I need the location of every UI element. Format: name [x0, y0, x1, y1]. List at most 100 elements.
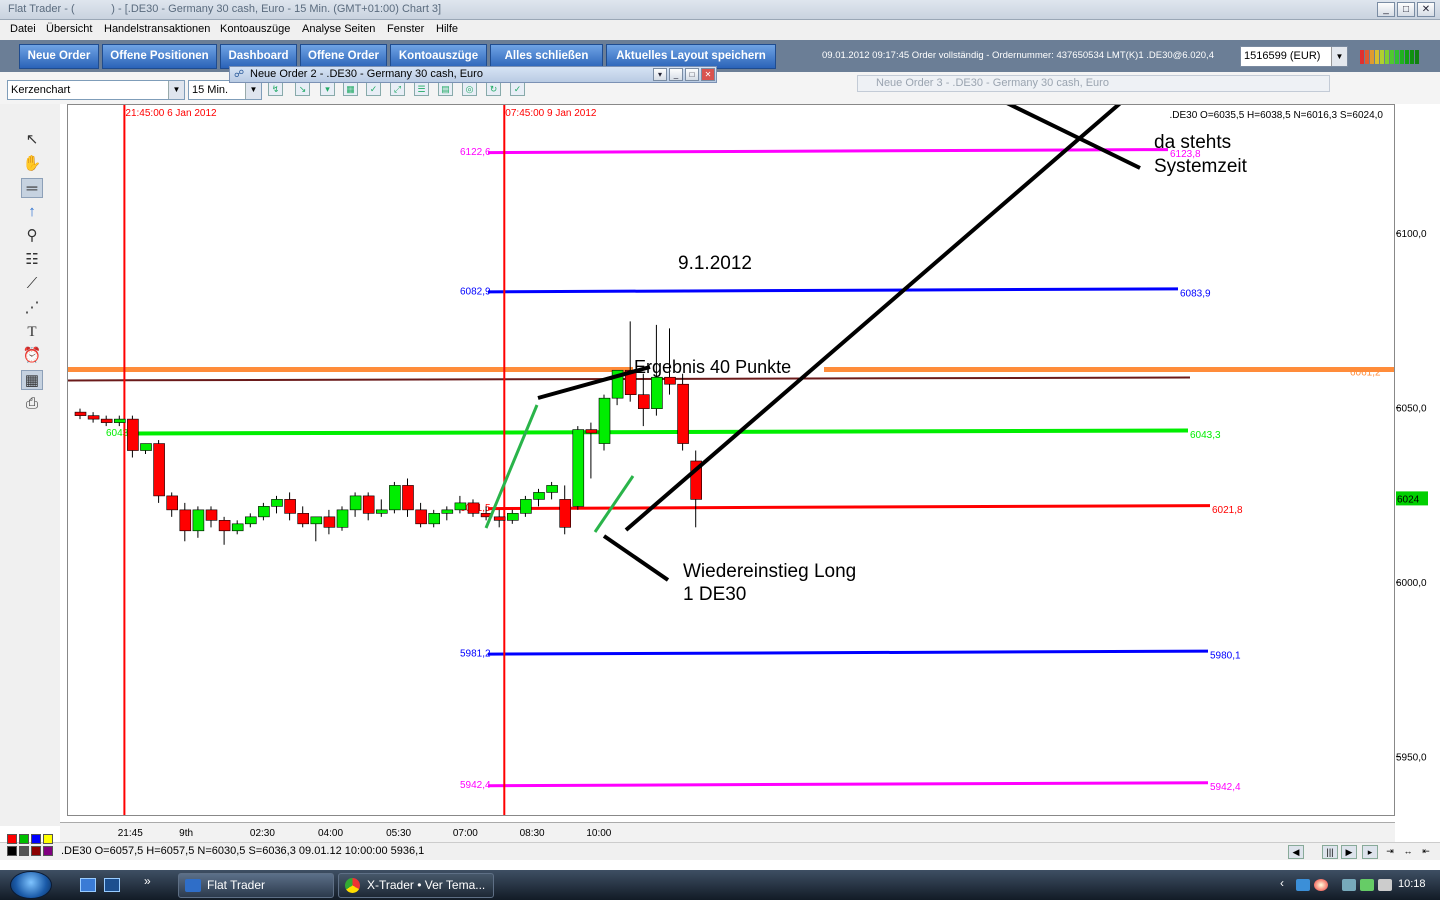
menu-kontoauszuege[interactable]: Kontoauszüge [220, 23, 290, 35]
color-swatch-green[interactable] [19, 834, 29, 844]
candle-body [375, 509, 388, 514]
order-window-close-button[interactable]: ✕ [701, 68, 715, 81]
taskbar-item-browser[interactable]: X-Trader • Ver Tema... [338, 873, 494, 898]
chart-tool-icon[interactable]: ✓ [366, 82, 381, 96]
pointer-icon[interactable]: ↖ [21, 130, 43, 150]
alarm-clock-icon[interactable]: ⏰ [21, 346, 43, 366]
color-swatch-black[interactable] [7, 846, 17, 856]
chevron-down-icon[interactable]: ▼ [168, 81, 184, 99]
overflow-chevron-icon[interactable]: » [144, 874, 151, 888]
level-label-right: 6083,9 [1180, 288, 1211, 299]
fan-icon[interactable]: ⋰ [21, 298, 43, 318]
level-label-right: 6061,2 [1350, 368, 1381, 379]
order-window-popup[interactable]: ☍ Neue Order 2 - .DE30 - Germany 30 cash… [229, 66, 717, 83]
annotation-systime-line2: Systemzeit [1154, 156, 1248, 177]
chart-tool-icon[interactable]: ◎ [462, 82, 477, 96]
background-order-window[interactable]: Neue Order 3 - .DE30 - Germany 30 cash, … [857, 75, 1330, 92]
order-window-restore-button[interactable]: □ [685, 68, 699, 81]
candle-body [153, 443, 165, 497]
end-icon[interactable]: ⇤ [1418, 845, 1434, 859]
start-button-icon[interactable] [10, 871, 52, 899]
menu-fenster[interactable]: Fenster [387, 23, 424, 35]
level-label-left: 5981,2 [460, 649, 491, 660]
zoom-fit-icon[interactable]: ⇥ [1382, 845, 1398, 859]
chart-tool-icon[interactable]: ↻ [486, 82, 501, 96]
tray-network-icon[interactable] [1296, 879, 1310, 891]
order-window-icon: ☍ [234, 69, 245, 80]
tray-monitor-icon[interactable] [1360, 879, 1374, 891]
chevron-down-icon[interactable]: ▼ [245, 81, 261, 99]
trend-line-icon[interactable]: ⟋ [21, 274, 43, 294]
chart-tool-icon[interactable]: ↘ [295, 82, 310, 96]
chevron-down-icon[interactable]: ▼ [1331, 47, 1347, 66]
chrome-icon [345, 878, 360, 893]
candle-body [74, 411, 87, 416]
background-order-window-title: Neue Order 3 - .DE30 - Germany 30 cash, … [876, 77, 1109, 89]
color-swatch-gray[interactable] [19, 846, 29, 856]
color-swatch-darkred[interactable] [31, 846, 41, 856]
chart-tool-icon[interactable]: ▾ [320, 82, 335, 96]
timeframe-value: 15 Min. [192, 84, 229, 96]
scroll-left-icon[interactable]: ◀ [1288, 845, 1304, 859]
color-swatch-blue[interactable] [31, 834, 41, 844]
color-swatch-red[interactable] [7, 834, 17, 844]
taskbar-item-flat-trader[interactable]: Flat Trader [178, 873, 334, 898]
account-select[interactable]: 1516599 (EUR) ▼ [1240, 46, 1348, 67]
x-tick-label: 07:00 [452, 828, 478, 839]
candle-body [402, 485, 414, 511]
zoom-in-icon[interactable]: ↔ [1400, 845, 1416, 859]
hand-icon[interactable]: ✋ [21, 154, 43, 174]
candle-body [559, 499, 572, 528]
tray-app-icon[interactable] [1342, 879, 1356, 891]
arrow-up-icon[interactable]: ↑ [21, 202, 43, 222]
zoom-out-icon[interactable]: ▸ [1362, 845, 1378, 859]
chart-tool-icon[interactable]: ☰ [414, 82, 429, 96]
systime-pointer-line [624, 105, 1122, 532]
candle-body [271, 499, 283, 507]
candle-body [677, 383, 689, 444]
chart-tool-icon[interactable]: ↯ [268, 82, 283, 96]
timeframe-select[interactable]: 15 Min. ▼ [188, 80, 262, 100]
maximize-button[interactable]: □ [1397, 2, 1415, 17]
scroll-right-icon[interactable]: ▶ [1341, 845, 1357, 859]
color-swatch-purple[interactable] [43, 846, 53, 856]
chart-type-select[interactable]: Kerzenchart ▼ [7, 80, 185, 100]
menu-hilfe[interactable]: Hilfe [436, 23, 458, 35]
tray-volume-icon[interactable] [1378, 879, 1392, 891]
level-line-red [487, 504, 1211, 511]
order-window-minimize-button[interactable]: _ [669, 68, 683, 81]
menu-datei[interactable]: Datei [10, 23, 36, 35]
quicklaunch-icon[interactable] [104, 878, 120, 892]
show-desktop-icon[interactable] [80, 878, 96, 892]
price-chart[interactable]: 6122,6 6123,8 6082,9 6083,9 6061,2 6043,3 6043… [67, 104, 1395, 816]
minimize-button[interactable]: _ [1377, 2, 1395, 17]
chart-tool-icon[interactable]: ▤ [438, 82, 453, 96]
close-button[interactable]: ✕ [1417, 2, 1435, 17]
account-value: 1516599 (EUR) [1244, 50, 1321, 62]
level-line-blue-top [487, 287, 1179, 294]
order-window-expand-button[interactable]: ▾ [653, 68, 667, 81]
tray-expand-icon[interactable]: ‹ [1280, 876, 1284, 890]
level-label-left: 5942,4 [460, 780, 491, 791]
level-label-left: 6122,6 [460, 147, 491, 158]
text-tool-icon[interactable]: T [21, 322, 43, 342]
zoom-icon[interactable]: ⚲ [21, 226, 43, 246]
color-swatch-yellow[interactable] [43, 834, 53, 844]
horizontal-line-icon[interactable]: ═ [21, 178, 43, 198]
fibonacci-icon[interactable]: ☷ [21, 250, 43, 270]
scroll-thumb-icon[interactable]: ||| [1322, 845, 1338, 859]
calculator-icon[interactable]: ▦ [21, 370, 43, 390]
menu-analyse-seiten[interactable]: Analyse Seiten [302, 23, 375, 35]
chart-tool-icon[interactable]: ▦ [343, 82, 358, 96]
trend-line-second [593, 475, 635, 533]
menu-uebersicht[interactable]: Übersicht [46, 23, 92, 35]
print-icon[interactable]: ⎙ [21, 394, 43, 414]
chart-tool-icon[interactable]: ✓ [510, 82, 525, 96]
y-tick-label: 6100,0 [1396, 229, 1427, 240]
order-status-text: 09.01.2012 09:17:45 Order vollständig - … [822, 50, 1214, 61]
chart-tool-icon[interactable]: ⤢ [390, 82, 405, 96]
new-order-button[interactable]: Neue Order [19, 44, 99, 69]
menu-handelstransaktionen[interactable]: Handelstransaktionen [104, 23, 210, 35]
tray-chrome-icon[interactable] [1314, 879, 1328, 891]
open-positions-button[interactable]: Offene Positionen [102, 44, 217, 69]
